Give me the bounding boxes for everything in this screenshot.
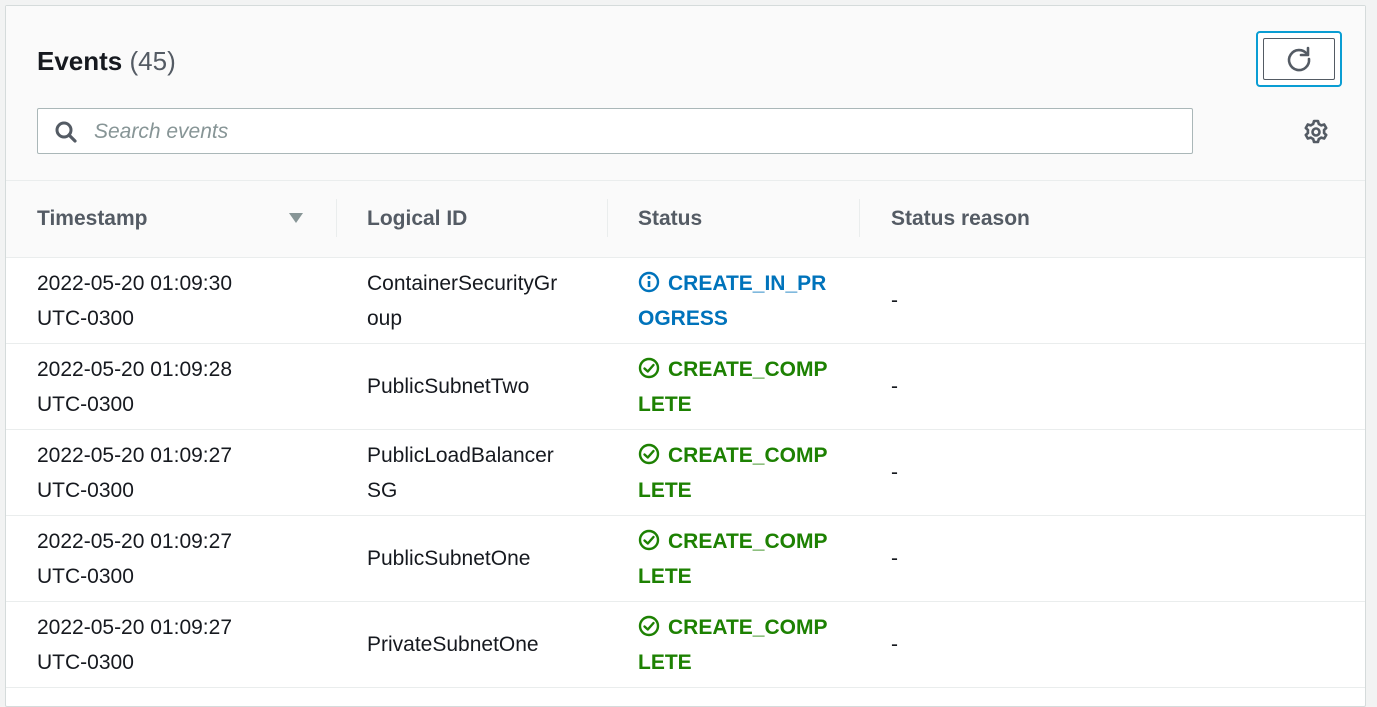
timestamp-zone: UTC-0300	[37, 651, 134, 674]
status-reason-cell: -	[891, 289, 898, 312]
table-row[interactable]: 2022-05-20 01:09:27 UTC-0300 PublicSubne…	[6, 516, 1365, 602]
refresh-icon	[1287, 46, 1311, 72]
table-row[interactable]: 2022-05-20 01:09:27 UTC-0300 PrivateSubn…	[6, 602, 1365, 688]
gear-icon[interactable]	[1302, 118, 1330, 146]
timestamp-date: 2022-05-20 01:09:30	[37, 272, 232, 295]
column-header-status[interactable]: Status	[638, 181, 702, 257]
status-text-line1: CREATE_COMP	[668, 616, 828, 639]
status-text-line2: LETE	[638, 393, 692, 416]
search-input[interactable]	[92, 117, 1176, 147]
column-label-timestamp: Timestamp	[37, 207, 148, 230]
status-text-line2: LETE	[638, 479, 692, 502]
status-text-line2: LETE	[638, 565, 692, 588]
timestamp-cell: 2022-05-20 01:09:27 UTC-0300	[37, 524, 297, 594]
status-reason-cell: -	[891, 375, 898, 398]
status-cell: CREATE_COMP LETE	[638, 438, 838, 508]
timestamp-date: 2022-05-20 01:09:28	[37, 358, 232, 381]
check-circle-icon	[638, 357, 660, 379]
logical-id-line1: PublicSubnetTwo	[367, 375, 530, 398]
timestamp-date: 2022-05-20 01:09:27	[37, 444, 232, 467]
timestamp-cell: 2022-05-20 01:09:28 UTC-0300	[37, 352, 297, 422]
timestamp-zone: UTC-0300	[37, 565, 134, 588]
column-header-timestamp[interactable]: Timestamp	[37, 181, 148, 257]
logical-id-line1: PublicLoadBalancer	[367, 443, 554, 467]
status-text-line1: CREATE_COMP	[668, 444, 828, 467]
search-events-field[interactable]	[37, 108, 1193, 154]
column-label-logical-id: Logical ID	[367, 207, 468, 230]
status-cell: CREATE_COMP LETE	[638, 524, 838, 594]
check-circle-icon	[638, 529, 660, 551]
status-cell: CREATE_COMP LETE	[638, 352, 838, 422]
logical-id-line1: ContainerSecurityGr	[367, 271, 558, 295]
timestamp-zone: UTC-0300	[37, 307, 134, 330]
refresh-button-inner[interactable]	[1263, 38, 1335, 80]
check-circle-icon	[638, 615, 660, 637]
info-icon	[638, 271, 660, 293]
status-text-line1: CREATE_IN_PR	[668, 272, 827, 295]
events-panel: Events (45) T	[5, 5, 1366, 707]
check-circle-icon	[638, 443, 660, 465]
column-header-status-reason[interactable]: Status reason	[891, 181, 1030, 257]
timestamp-zone: UTC-0300	[37, 479, 134, 502]
status-reason-cell: -	[891, 633, 898, 656]
column-label-status: Status	[638, 207, 703, 230]
logical-id-line1: PrivateSubnetOne	[367, 633, 539, 656]
table-header: Timestamp Logical ID Status Status reaso…	[6, 181, 1365, 258]
column-divider[interactable]	[859, 199, 860, 237]
logical-id-cell: PrivateSubnetOne	[367, 602, 587, 687]
timestamp-cell: 2022-05-20 01:09:30 UTC-0300	[37, 266, 297, 336]
column-divider[interactable]	[336, 199, 337, 237]
column-header-logical-id[interactable]: Logical ID	[367, 181, 467, 257]
logical-id-cell: ContainerSecurityGr oup	[367, 258, 587, 343]
logical-id-line2: oup	[367, 306, 403, 330]
status-text-line2: LETE	[638, 651, 692, 674]
status-reason-cell: -	[891, 461, 898, 484]
timestamp-date: 2022-05-20 01:09:27	[37, 530, 232, 553]
logical-id-line1: PublicSubnetOne	[367, 547, 531, 570]
status-text-line1: CREATE_COMP	[668, 358, 828, 381]
search-icon	[55, 121, 77, 143]
status-reason-cell: -	[891, 547, 898, 570]
table-row[interactable]: 2022-05-20 01:09:28 UTC-0300 PublicSubne…	[6, 344, 1365, 430]
sort-descending-icon[interactable]	[288, 212, 304, 224]
column-divider[interactable]	[607, 199, 608, 237]
logical-id-cell: PublicSubnetTwo	[367, 344, 587, 429]
timestamp-cell: 2022-05-20 01:09:27 UTC-0300	[37, 438, 297, 508]
title-label: Events	[37, 46, 123, 76]
logical-id-line2: SG	[367, 478, 398, 502]
events-count: (45)	[129, 46, 176, 76]
column-label-status-reason: Status reason	[891, 207, 1030, 230]
table-row[interactable]: 2022-05-20 01:09:27 UTC-0300 PublicLoadB…	[6, 430, 1365, 516]
refresh-button[interactable]	[1256, 31, 1342, 87]
logical-id-cell: PublicSubnetOne	[367, 516, 587, 601]
events-header: Events (45)	[6, 6, 1365, 181]
status-cell: CREATE_IN_PR OGRESS	[638, 266, 838, 336]
timestamp-date: 2022-05-20 01:09:27	[37, 616, 232, 639]
table-row[interactable]: 2022-05-20 01:09:30 UTC-0300 ContainerSe…	[6, 258, 1365, 344]
status-text-line1: CREATE_COMP	[668, 530, 828, 553]
page-title: Events (45)	[37, 46, 176, 77]
logical-id-cell: PublicLoadBalancer SG	[367, 430, 587, 515]
status-text-line2: OGRESS	[638, 307, 728, 330]
timestamp-zone: UTC-0300	[37, 393, 134, 416]
